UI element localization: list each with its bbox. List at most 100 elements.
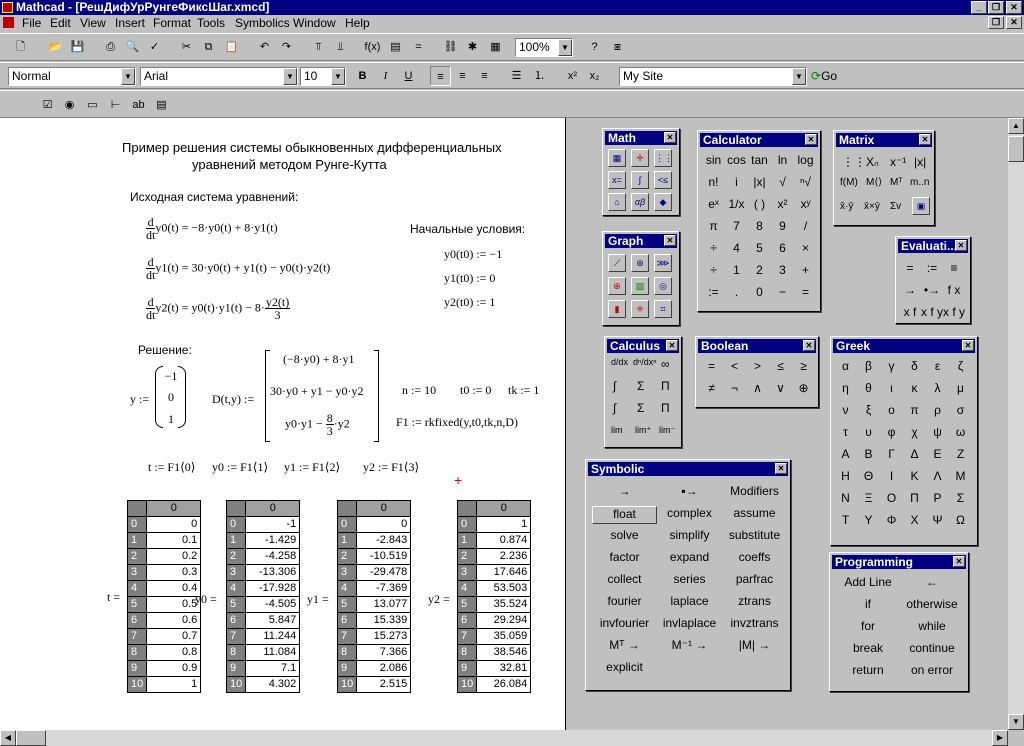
greek-key[interactable]: Ζ	[949, 447, 972, 461]
evaluation-key[interactable]: =	[899, 261, 921, 275]
textbox-control-icon[interactable]: ab	[128, 95, 149, 115]
table-row[interactable]: 2 -10.519	[336, 548, 412, 565]
graph-toolbar-icon[interactable]: ✛	[631, 149, 649, 167]
programming-key[interactable]: ←	[900, 575, 964, 589]
horizontal-scrollbar[interactable]: ◀ ▶	[0, 730, 1008, 746]
programming-key[interactable]: if	[836, 597, 900, 611]
scroll-down-icon[interactable]: ▼	[1008, 714, 1024, 730]
restore-icon[interactable]: ❐	[988, 1, 1004, 14]
greek-key[interactable]: χ	[903, 425, 926, 439]
greek-key[interactable]: υ	[857, 425, 880, 439]
table-cell[interactable]: -1.429	[245, 532, 301, 549]
table-row[interactable]: 1 0.1	[126, 532, 202, 549]
table-cell[interactable]: 32.81	[476, 660, 532, 677]
greek-key[interactable]: Φ	[880, 513, 903, 527]
greek-palette-titlebar[interactable]: Greek ✕	[833, 339, 975, 353]
table-cell[interactable]: -2.843	[356, 532, 412, 549]
calculator-key[interactable]: /	[794, 219, 817, 233]
calculator-key[interactable]: ⁿ√	[794, 175, 817, 189]
y1-column-extract[interactable]: y1 := F1⟨2⟩	[284, 460, 340, 475]
whats-this-icon[interactable]: ⧆	[607, 37, 628, 57]
table-cell[interactable]: 15.339	[356, 612, 412, 629]
chevron-down-icon[interactable]: ▼	[121, 68, 135, 85]
table-row[interactable]: 6 5.847	[225, 612, 301, 629]
print-icon[interactable]: ⎙	[100, 37, 121, 57]
table-row[interactable]: 10 1	[126, 676, 202, 693]
n-definition[interactable]: n := 10	[402, 383, 436, 398]
listbox-control-icon[interactable]: ▤	[151, 95, 172, 115]
table-cell[interactable]: 38.546	[476, 644, 532, 661]
table-row[interactable]: 9 0.9	[126, 660, 202, 677]
symbolic-key[interactable]: invlaplace	[657, 616, 722, 630]
evaluation-key[interactable]: →	[899, 283, 921, 297]
table-cell[interactable]: 0.8	[146, 644, 202, 661]
vector-sum-icon[interactable]: Σv	[890, 201, 901, 212]
table-cell[interactable]: 11.084	[245, 644, 301, 661]
zoom-select[interactable]: 100% ▼	[515, 38, 573, 57]
greek-key[interactable]: Γ	[880, 447, 903, 461]
paste-icon[interactable]: 📋	[221, 37, 242, 57]
go-button[interactable]: ⟳Go	[811, 69, 837, 83]
table-cell[interactable]: -10.519	[356, 548, 412, 565]
calculator-palette-titlebar[interactable]: Calculator ✕	[700, 133, 818, 147]
calculator-key[interactable]: ÷	[702, 263, 725, 277]
calculator-key[interactable]: eˣ	[702, 197, 725, 211]
menu-file[interactable]: File	[22, 16, 41, 30]
initial-condition-y1[interactable]: y1(t0) := 0	[444, 271, 495, 286]
evaluation-key[interactable]: x f y	[943, 305, 965, 319]
symbolic-key[interactable]: fourier	[592, 594, 657, 608]
boolean-key[interactable]: <	[723, 359, 746, 373]
boolean-key[interactable]: ⊕	[792, 381, 815, 395]
symbolic-key[interactable]: assume	[722, 506, 787, 520]
scroll-left-icon[interactable]: ◀	[0, 730, 16, 746]
calculator-key[interactable]: log	[794, 153, 817, 167]
menu-format[interactable]: Format	[153, 16, 191, 30]
table-row[interactable]: 00	[336, 516, 412, 533]
chevron-down-icon[interactable]: ▼	[331, 68, 345, 85]
copy-icon[interactable]: ⧉	[198, 37, 219, 57]
symbolic-key[interactable]: ▪→	[657, 484, 722, 498]
underline-button[interactable]: U	[398, 66, 419, 86]
symbolic-key[interactable]: expand	[657, 550, 722, 564]
symbolic-key[interactable]: ztrans	[722, 594, 787, 608]
equation-1[interactable]: d dt y0(t) = −8·y0(t) + 8·y1(t)	[146, 216, 278, 241]
result-table-t[interactable]: 0 0 0 1 0.1 2 0.2 3 0.3 4 0.4 5 0.5 6 0.6 7 0.7 8 0.8 9 0.9 1…	[126, 500, 202, 693]
column-icon[interactable]: M⟨⟩	[866, 177, 882, 188]
table-row[interactable]: 4 -7.369	[336, 580, 412, 597]
close-icon[interactable]: ✕	[919, 134, 931, 145]
close-icon[interactable]: ✕	[664, 132, 676, 143]
definite-integral-icon[interactable]: ∫	[613, 379, 616, 393]
greek-key[interactable]: Ρ	[926, 491, 949, 505]
superscript-icon[interactable]: x²	[562, 66, 583, 86]
greek-key[interactable]: ρ	[926, 403, 949, 417]
table-row[interactable]: 1 -2.843	[336, 532, 412, 549]
table-cell[interactable]: -1	[245, 516, 301, 533]
numbering-icon[interactable]: ⒈	[529, 66, 550, 86]
table-cell[interactable]: 5.847	[245, 612, 301, 629]
programming-key[interactable]: continue	[900, 641, 964, 655]
table-cell[interactable]: -13.306	[245, 564, 301, 581]
programming-key[interactable]: Add Line	[836, 575, 900, 589]
table-row[interactable]: 7 15.273	[336, 628, 412, 645]
table-row[interactable]: 01	[456, 516, 532, 533]
font-select[interactable]: Arial ▼	[140, 67, 298, 86]
cut-icon[interactable]: ✂	[176, 37, 197, 57]
range-sum-icon[interactable]: Σ	[637, 401, 644, 415]
table-row[interactable]: 7 0.7	[126, 628, 202, 645]
greek-key[interactable]: Ξ	[857, 491, 880, 505]
close-icon[interactable]: ✕	[666, 340, 678, 351]
evaluation-palette-titlebar[interactable]: Evaluati... ✕	[898, 239, 968, 253]
greek-key[interactable]: π	[903, 403, 926, 417]
table-cell[interactable]: -4.258	[245, 548, 301, 565]
greek-key[interactable]: η	[834, 381, 857, 395]
calculator-key[interactable]: 2	[748, 263, 771, 277]
calculator-key[interactable]: .	[725, 285, 748, 299]
table-cell[interactable]: -7.369	[356, 580, 412, 597]
table-cell[interactable]: 7.1	[245, 660, 301, 677]
y2-column-extract[interactable]: y2 := F1⟨3⟩	[363, 460, 419, 475]
font-size-select[interactable]: 10 ▼	[300, 67, 346, 86]
italic-button[interactable]: I	[375, 66, 396, 86]
table-cell[interactable]: 0.7	[146, 628, 202, 645]
menu-view[interactable]: View	[80, 16, 106, 30]
table-cell[interactable]: 1	[146, 676, 202, 693]
